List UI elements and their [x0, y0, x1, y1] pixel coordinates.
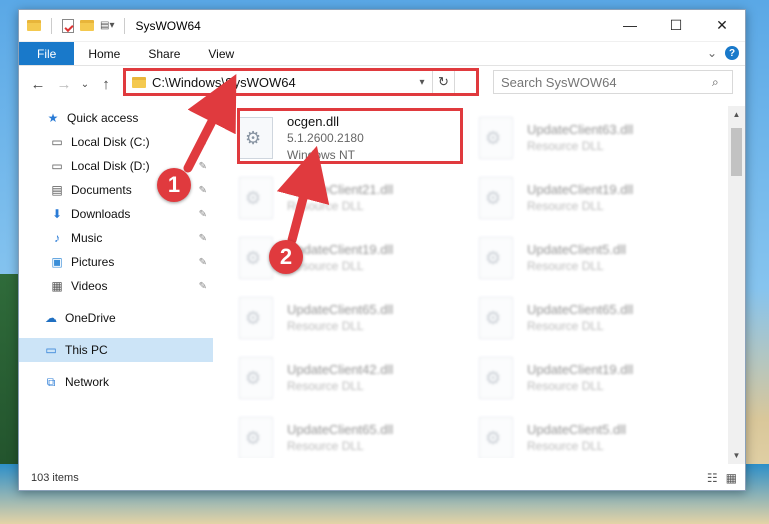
- annotation-overlay: [183, 73, 330, 245]
- arrow-step-2: [276, 145, 330, 245]
- arrow-step-1: [183, 73, 237, 173]
- step-2-badge: 2: [269, 240, 303, 274]
- step-1-badge: 1: [157, 168, 191, 202]
